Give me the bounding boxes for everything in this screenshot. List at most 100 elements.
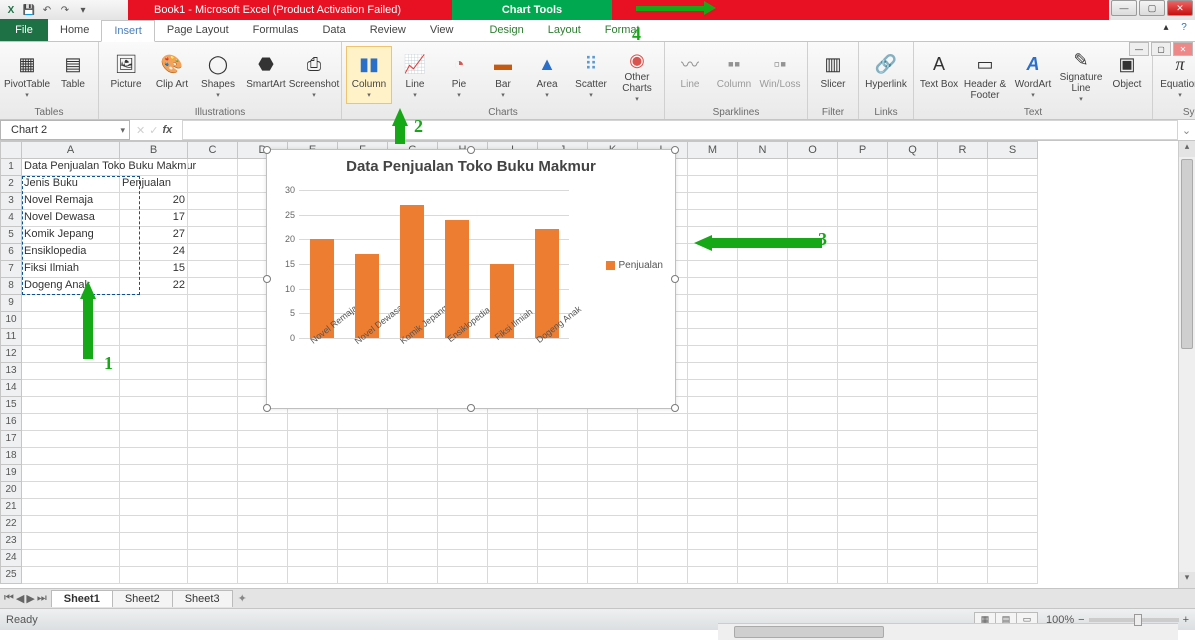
cell-M10[interactable] <box>688 312 738 329</box>
cell-M15[interactable] <box>688 397 738 414</box>
cell-R22[interactable] <box>938 516 988 533</box>
cell-O19[interactable] <box>788 465 838 482</box>
select-all-corner[interactable] <box>0 141 22 159</box>
pivottable-button[interactable]: ▦PivotTable▾ <box>4 46 50 104</box>
cell-J17[interactable] <box>538 431 588 448</box>
cell-B8[interactable]: 22 <box>120 278 188 295</box>
cell-H16[interactable] <box>438 414 488 431</box>
cell-N20[interactable] <box>738 482 788 499</box>
cell-M25[interactable] <box>688 567 738 584</box>
cell-E23[interactable] <box>288 533 338 550</box>
cell-B14[interactable] <box>120 380 188 397</box>
cell-B5[interactable]: 27 <box>120 227 188 244</box>
cell-G21[interactable] <box>388 499 438 516</box>
cell-N7[interactable] <box>738 261 788 278</box>
cell-P19[interactable] <box>838 465 888 482</box>
cell-B6[interactable]: 24 <box>120 244 188 261</box>
cell-C19[interactable] <box>188 465 238 482</box>
cell-R17[interactable] <box>938 431 988 448</box>
first-sheet-icon[interactable]: ⏮ <box>4 592 14 605</box>
cell-Q10[interactable] <box>888 312 938 329</box>
cell-C7[interactable] <box>188 261 238 278</box>
cell-R23[interactable] <box>938 533 988 550</box>
cell-C14[interactable] <box>188 380 238 397</box>
cell-M3[interactable] <box>688 193 738 210</box>
sheet-tab-1[interactable]: Sheet1 <box>51 590 113 607</box>
cell-R4[interactable] <box>938 210 988 227</box>
cell-N25[interactable] <box>738 567 788 584</box>
cell-C10[interactable] <box>188 312 238 329</box>
cell-K22[interactable] <box>588 516 638 533</box>
cell-A8[interactable]: Dogeng Anak <box>22 278 120 295</box>
cell-S19[interactable] <box>988 465 1038 482</box>
cell-D23[interactable] <box>238 533 288 550</box>
cell-D19[interactable] <box>238 465 288 482</box>
column-header-A[interactable]: A <box>22 141 120 159</box>
cell-N24[interactable] <box>738 550 788 567</box>
cell-C8[interactable] <box>188 278 238 295</box>
table-button[interactable]: ▤Table <box>52 46 94 104</box>
cell-P3[interactable] <box>838 193 888 210</box>
cell-Q17[interactable] <box>888 431 938 448</box>
column-header-R[interactable]: R <box>938 141 988 159</box>
cell-Q2[interactable] <box>888 176 938 193</box>
row-header-13[interactable]: 13 <box>0 363 22 380</box>
cell-Q25[interactable] <box>888 567 938 584</box>
cell-O8[interactable] <box>788 278 838 295</box>
cell-R19[interactable] <box>938 465 988 482</box>
row-header-5[interactable]: 5 <box>0 227 22 244</box>
cell-B13[interactable] <box>120 363 188 380</box>
row-header-24[interactable]: 24 <box>0 550 22 567</box>
cell-Q23[interactable] <box>888 533 938 550</box>
cell-S1[interactable] <box>988 159 1038 176</box>
cell-O21[interactable] <box>788 499 838 516</box>
row-header-18[interactable]: 18 <box>0 448 22 465</box>
cell-O6[interactable] <box>788 244 838 261</box>
row-header-23[interactable]: 23 <box>0 533 22 550</box>
cell-D22[interactable] <box>238 516 288 533</box>
cell-K23[interactable] <box>588 533 638 550</box>
name-box-dropdown-icon[interactable]: ▾ <box>116 125 129 136</box>
cell-S5[interactable] <box>988 227 1038 244</box>
cell-G18[interactable] <box>388 448 438 465</box>
cell-L18[interactable] <box>638 448 688 465</box>
row-header-3[interactable]: 3 <box>0 193 22 210</box>
cell-E24[interactable] <box>288 550 338 567</box>
cell-A17[interactable] <box>22 431 120 448</box>
row-header-16[interactable]: 16 <box>0 414 22 431</box>
pie-chart-button[interactable]: ◔Pie▾ <box>438 46 480 104</box>
cell-E21[interactable] <box>288 499 338 516</box>
cell-F20[interactable] <box>338 482 388 499</box>
picture-button[interactable]: 🖼Picture <box>103 46 149 104</box>
cell-C2[interactable] <box>188 176 238 193</box>
sheet-tab-3[interactable]: Sheet3 <box>172 590 233 607</box>
bar-2[interactable] <box>400 205 424 338</box>
cell-S8[interactable] <box>988 278 1038 295</box>
cell-S17[interactable] <box>988 431 1038 448</box>
cell-D21[interactable] <box>238 499 288 516</box>
cell-G23[interactable] <box>388 533 438 550</box>
row-header-22[interactable]: 22 <box>0 516 22 533</box>
tab-formulas[interactable]: Formulas <box>241 19 311 41</box>
column-header-N[interactable]: N <box>738 141 788 159</box>
redo-icon[interactable]: ↷ <box>58 3 72 17</box>
cell-P25[interactable] <box>838 567 888 584</box>
cell-F17[interactable] <box>338 431 388 448</box>
cell-Q14[interactable] <box>888 380 938 397</box>
cell-R1[interactable] <box>938 159 988 176</box>
line-chart-button[interactable]: 📈Line▾ <box>394 46 436 104</box>
chart-legend[interactable]: Penjualan <box>606 260 663 271</box>
cell-P18[interactable] <box>838 448 888 465</box>
cell-L23[interactable] <box>638 533 688 550</box>
cell-B19[interactable] <box>120 465 188 482</box>
cell-B24[interactable] <box>120 550 188 567</box>
sparkline-column-button[interactable]: ▪▪Column <box>713 46 755 104</box>
cell-A22[interactable] <box>22 516 120 533</box>
row-header-20[interactable]: 20 <box>0 482 22 499</box>
cell-P1[interactable] <box>838 159 888 176</box>
signature-line-button[interactable]: ✎Signature Line▾ <box>1058 46 1104 104</box>
cell-B1[interactable] <box>120 159 188 176</box>
cell-P5[interactable] <box>838 227 888 244</box>
expand-formula-icon[interactable]: ⌄ <box>1178 124 1195 137</box>
cell-Q21[interactable] <box>888 499 938 516</box>
